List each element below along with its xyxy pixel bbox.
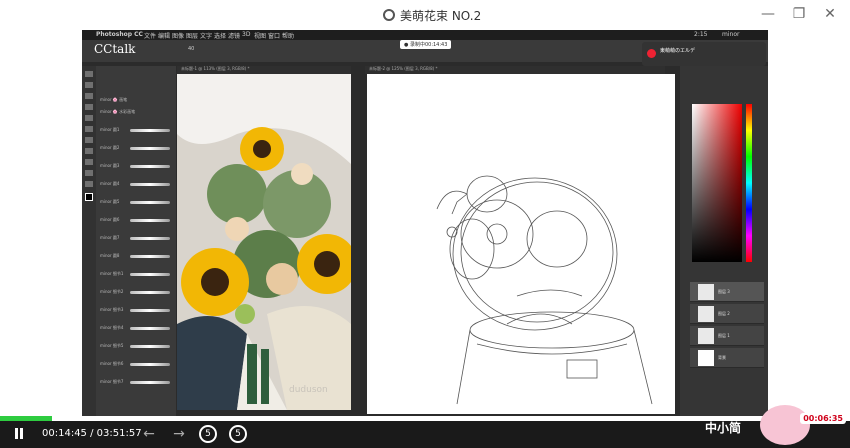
- doc2-tab: 未标题-2 @ 125% (图层 3, RGB/8) *: [365, 66, 665, 74]
- brush-item: minor 圆7: [100, 234, 174, 242]
- minimize-icon[interactable]: —: [760, 6, 776, 22]
- menu-view: 视图: [254, 33, 267, 40]
- menu-edit: 编辑: [158, 33, 171, 40]
- reference-photo: duduson: [177, 74, 351, 410]
- brush-panel: minor 🌸 画笔 minor 🌸 水彩画笔 minor 圆1 minor 圆…: [96, 66, 176, 416]
- next-icon[interactable]: →: [170, 425, 188, 443]
- menu-image: 图像: [172, 33, 185, 40]
- hue-slider[interactable]: [746, 104, 752, 262]
- time-separator: /: [90, 428, 94, 439]
- text-tool-icon: [85, 159, 93, 165]
- layer-row[interactable]: 背景: [690, 348, 764, 368]
- crop-tool-icon: [85, 104, 93, 110]
- brush-size: 40: [188, 46, 195, 52]
- sketch-canvas[interactable]: [367, 74, 675, 414]
- brush-item: minor 细节3: [100, 306, 174, 314]
- brush-group: minor 🌸 画笔: [100, 97, 128, 102]
- mac-menu-bar: Photoshop CC 文件 编辑 图像 图层 文字 选择 滤镜 3D 视图 …: [82, 30, 768, 40]
- status-user: minor: [722, 31, 740, 38]
- app-logo-icon: [383, 9, 395, 21]
- gradient-tool-icon: [85, 148, 93, 154]
- sunflower-1: [181, 248, 249, 316]
- menu-layer: 图层: [186, 33, 199, 40]
- brush-item: minor 细节6: [100, 360, 174, 368]
- cctalk-watermark: CCtalk: [94, 42, 136, 56]
- menu-type: 文字: [200, 33, 213, 40]
- skip-back-button[interactable]: 5: [199, 425, 217, 443]
- mascot-text: 中小简: [705, 421, 742, 435]
- video-title: 美萌花束 NO.2: [400, 9, 482, 23]
- brush-item: minor 细节7: [100, 378, 174, 386]
- brush-item: minor 圆6: [100, 216, 174, 224]
- tools-bar: [82, 66, 96, 416]
- mascot-time-badge: 00:06:35: [800, 413, 846, 424]
- notification-popup: 東萌萌のエルデ: [642, 42, 766, 66]
- notification-avatar-icon: [647, 49, 656, 58]
- time-display: 00:14:45 / 03:51:57: [42, 428, 142, 439]
- svg-text:duduson: duduson: [289, 385, 328, 395]
- sunflower-bouquet-image: duduson: [177, 74, 351, 410]
- brush-item: minor 圆1: [100, 126, 174, 134]
- brush-item: minor 圆3: [100, 162, 174, 170]
- menu-3d: 3D: [242, 31, 251, 38]
- menu-help: 帮助: [282, 33, 295, 40]
- close-icon[interactable]: ✕: [822, 6, 838, 22]
- mascot-overlay: 中小简 00:06:35: [700, 405, 850, 448]
- menu-file: 文件: [144, 33, 157, 40]
- brush-item: minor 圆4: [100, 180, 174, 188]
- menu-window: 窗口: [268, 33, 281, 40]
- sunflower-3: [240, 127, 284, 171]
- video-frame[interactable]: Photoshop CC 文件 编辑 图像 图层 文字 选择 滤镜 3D 视图 …: [82, 30, 768, 416]
- previous-icon[interactable]: ←: [140, 425, 158, 443]
- layer-row[interactable]: 图层 1: [690, 326, 764, 346]
- mascot-pig-icon: [760, 405, 810, 445]
- color-picker-field[interactable]: [692, 104, 742, 262]
- notification-text: 東萌萌のエルデ: [660, 48, 696, 54]
- brush-group: minor 🌸 水彩画笔: [100, 109, 136, 114]
- player-title-bar: 美萌花束 NO.2 — ❐ ✕: [0, 0, 850, 30]
- eraser-tool-icon: [85, 137, 93, 143]
- brush-item: minor 细节1: [100, 270, 174, 278]
- recording-timer: ● 录制中00:14:43: [400, 40, 452, 49]
- layer-row[interactable]: 图层 3: [690, 282, 764, 302]
- doc1-tab: 未标题-1 @ 113% (图层 3, RGB/8) *: [177, 66, 351, 74]
- lasso-tool-icon: [85, 93, 93, 99]
- total-time: 03:51:57: [96, 428, 142, 439]
- marquee-tool-icon: [85, 82, 93, 88]
- pause-button[interactable]: [12, 427, 26, 441]
- foreground-color-swatch: [85, 193, 93, 201]
- zoom-tool-icon: [85, 181, 93, 187]
- move-tool-icon: [85, 71, 93, 77]
- hand-tool-icon: [85, 170, 93, 176]
- layer-row[interactable]: 图层 2: [690, 304, 764, 324]
- sketch-drawing: [436, 175, 653, 405]
- status-time: 2:15: [694, 31, 708, 38]
- current-time: 00:14:45: [42, 428, 87, 439]
- brush-item: minor 圆5: [100, 198, 174, 206]
- brush-item: minor 细节5: [100, 342, 174, 350]
- menu-select: 选择: [214, 33, 227, 40]
- brush-tool-icon: [85, 126, 93, 132]
- eyedropper-tool-icon: [85, 115, 93, 121]
- brush-item: minor 圆2: [100, 144, 174, 152]
- brush-item: minor 细节2: [100, 288, 174, 296]
- skip-forward-button[interactable]: 5: [229, 425, 247, 443]
- menu-filter: 滤镜: [228, 33, 241, 40]
- brush-item: minor 细节4: [100, 324, 174, 332]
- app-name: Photoshop CC: [96, 31, 143, 38]
- brush-item: minor 圆8: [100, 252, 174, 260]
- restore-icon[interactable]: ❐: [791, 6, 807, 22]
